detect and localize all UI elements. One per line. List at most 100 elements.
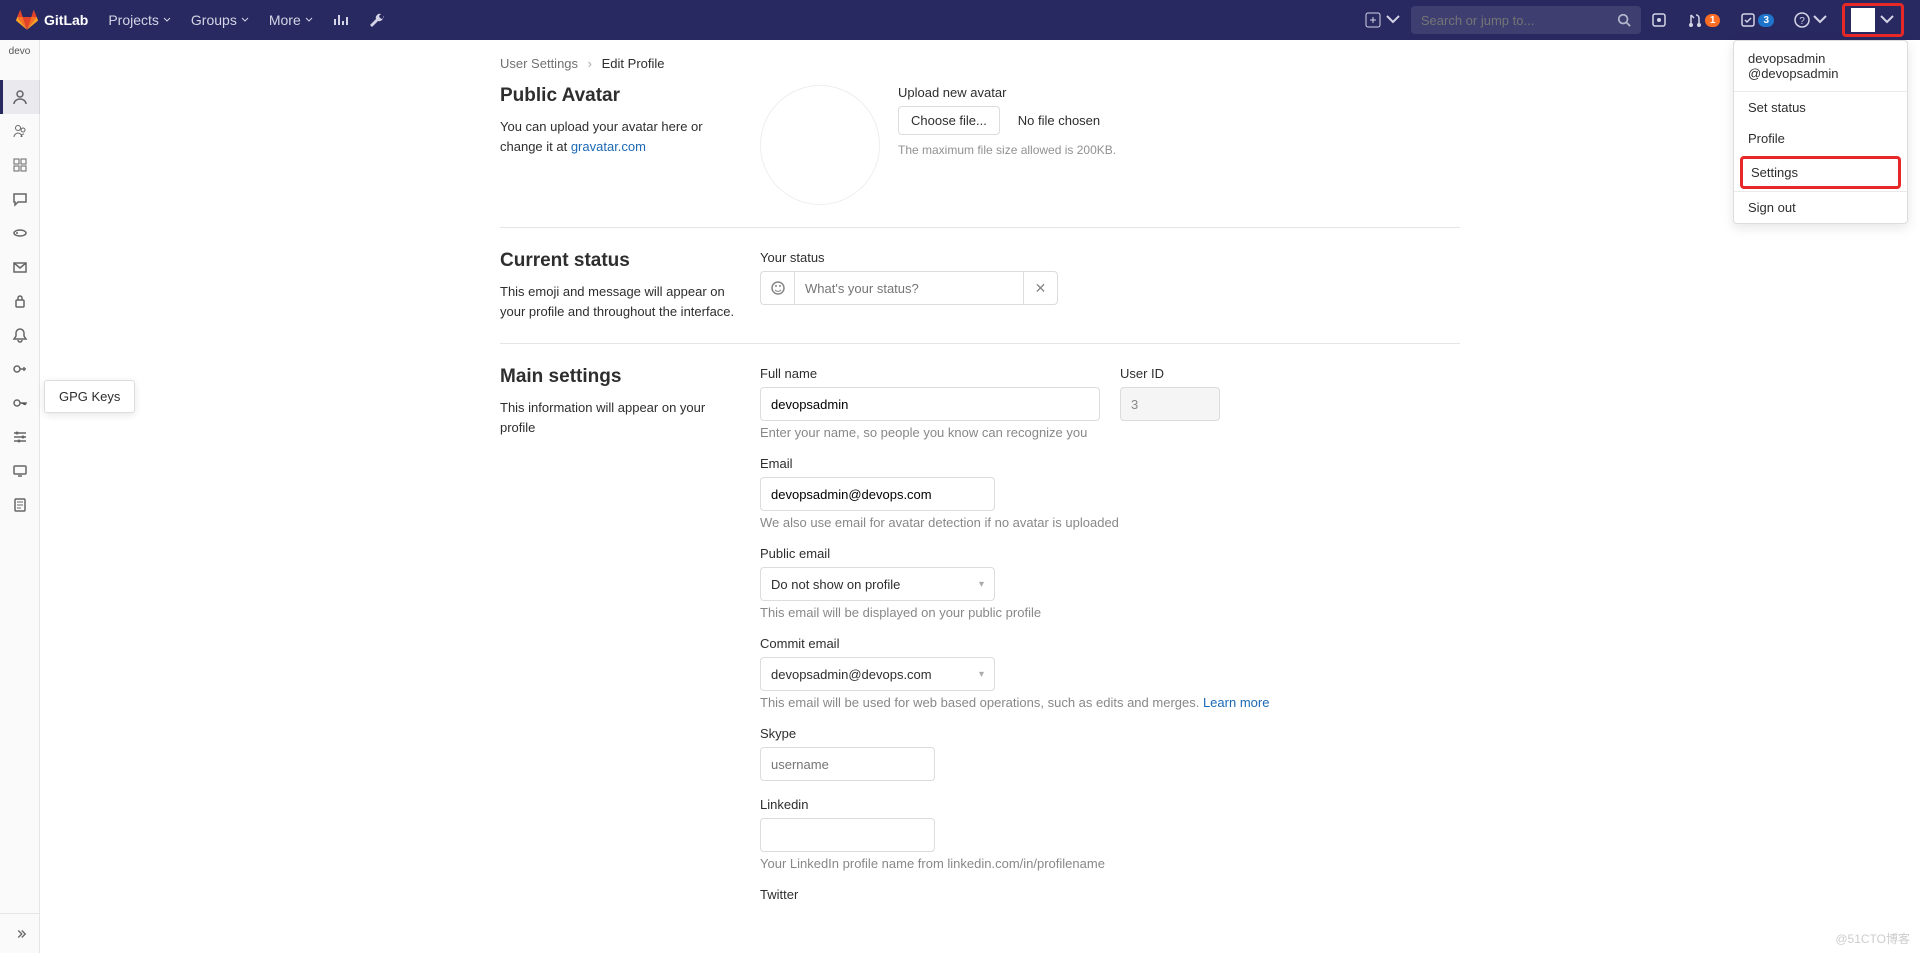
max-size-hint: The maximum file size allowed is 200KB. xyxy=(898,143,1116,157)
dropdown-set-status[interactable]: Set status xyxy=(1734,92,1907,123)
chevron-down-icon xyxy=(1879,12,1895,28)
brand-text: GitLab xyxy=(44,12,88,28)
section-title: Main settings xyxy=(500,366,740,388)
breadcrumb-root[interactable]: User Settings xyxy=(500,56,578,71)
top-navbar: GitLab Projects Groups More 1 3 ? xyxy=(0,0,1920,40)
email-label: Email xyxy=(760,456,1460,471)
sidebar-item-authentication-log[interactable] xyxy=(0,488,40,522)
sidebar-item-password[interactable] xyxy=(0,284,40,318)
sidebar-item-gpg-keys[interactable] xyxy=(0,386,40,420)
chevron-down-icon: ▾ xyxy=(979,669,984,680)
sidebar-item-account[interactable] xyxy=(0,114,40,148)
sidebar-tooltip: GPG Keys xyxy=(44,380,135,413)
section-desc: You can upload your avatar here or chang… xyxy=(500,117,740,156)
nav-activity-icon[interactable] xyxy=(323,0,359,40)
nav-projects[interactable]: Projects xyxy=(98,0,181,40)
commit-email-hint: This email will be used for web based op… xyxy=(760,695,1460,710)
status-input[interactable] xyxy=(794,271,1024,305)
search-input[interactable] xyxy=(1421,13,1617,28)
user-dropdown: devopsadmin @devopsadmin Set status Prof… xyxy=(1733,40,1908,224)
email-hint: We also use email for avatar detection i… xyxy=(760,515,1460,530)
gravatar-link[interactable]: gravatar.com xyxy=(571,139,646,154)
todo-badge: 3 xyxy=(1758,14,1774,27)
no-file-text: No file chosen xyxy=(1018,113,1100,128)
nav-plus[interactable] xyxy=(1355,0,1411,40)
sidebar-item-notifications[interactable] xyxy=(0,318,40,352)
svg-text:?: ? xyxy=(1799,16,1805,27)
sidebar-item-preferences[interactable] xyxy=(0,420,40,454)
public-email-hint: This email will be displayed on your pub… xyxy=(760,605,1460,620)
chevron-down-icon xyxy=(305,16,313,24)
full-name-hint: Enter your name, so people you know can … xyxy=(760,425,1100,440)
main-content: User Settings › Edit Profile Public Avat… xyxy=(40,40,1920,958)
user-id-label: User ID xyxy=(1120,366,1220,381)
settings-sidebar: devo xyxy=(0,40,40,953)
skype-input[interactable] xyxy=(760,747,935,781)
public-email-label: Public email xyxy=(760,546,1460,561)
section-current-status: Current status This emoji and message wi… xyxy=(500,250,1460,321)
sidebar-item-access-tokens[interactable] xyxy=(0,216,40,250)
email-input[interactable] xyxy=(760,477,995,511)
dropdown-header: devopsadmin @devopsadmin xyxy=(1734,41,1907,92)
chevron-down-icon xyxy=(1385,12,1401,28)
clear-status-button[interactable]: ✕ xyxy=(1024,271,1058,305)
avatar-icon xyxy=(1851,8,1875,32)
section-desc: This information will appear on your pro… xyxy=(500,398,740,437)
upload-label: Upload new avatar xyxy=(898,85,1116,100)
gitlab-logo[interactable]: GitLab xyxy=(16,9,88,31)
nav-issues-icon[interactable] xyxy=(1641,0,1677,40)
sidebar-item-ssh-keys[interactable] xyxy=(0,352,40,386)
public-email-select[interactable]: Do not show on profile ▾ xyxy=(760,567,995,601)
dropdown-name: devopsadmin xyxy=(1748,51,1893,66)
nav-admin-wrench-icon[interactable] xyxy=(359,0,395,40)
full-name-label: Full name xyxy=(760,366,1100,381)
status-label: Your status xyxy=(760,250,1460,265)
nav-todos-icon[interactable]: 3 xyxy=(1730,0,1784,40)
nav-help-icon[interactable]: ? xyxy=(1784,0,1838,40)
chevron-down-icon xyxy=(163,16,171,24)
linkedin-label: Linkedin xyxy=(760,797,1460,812)
sidebar-item-profile[interactable] xyxy=(0,80,40,114)
commit-email-select[interactable]: devopsadmin@devops.com ▾ xyxy=(760,657,995,691)
chevron-down-icon xyxy=(1812,12,1828,28)
breadcrumb-current: Edit Profile xyxy=(602,56,665,71)
avatar-preview xyxy=(760,85,880,205)
linkedin-input[interactable] xyxy=(760,818,935,852)
section-title: Current status xyxy=(500,250,740,272)
dropdown-profile[interactable]: Profile xyxy=(1734,123,1907,154)
section-main-settings: Main settings This information will appe… xyxy=(500,366,1460,918)
chevron-down-icon: ▾ xyxy=(979,579,984,590)
sidebar-item-chat[interactable] xyxy=(0,182,40,216)
sidebar-item-active-sessions[interactable] xyxy=(0,454,40,488)
nav-merge-requests-icon[interactable]: 1 xyxy=(1677,0,1731,40)
choose-file-button[interactable]: Choose file... xyxy=(898,106,1000,135)
tanuki-icon xyxy=(16,9,38,31)
linkedin-hint: Your LinkedIn profile name from linkedin… xyxy=(760,856,1460,871)
divider xyxy=(500,227,1460,228)
sidebar-avatar: devo xyxy=(6,46,34,74)
learn-more-link[interactable]: Learn more xyxy=(1203,695,1269,710)
nav-user-avatar[interactable] xyxy=(1842,3,1904,37)
section-public-avatar: Public Avatar You can upload your avatar… xyxy=(500,85,1460,205)
commit-email-label: Commit email xyxy=(760,636,1460,651)
chevron-down-icon xyxy=(241,16,249,24)
section-desc: This emoji and message will appear on yo… xyxy=(500,282,740,321)
emoji-picker-button[interactable] xyxy=(760,271,794,305)
divider xyxy=(500,343,1460,344)
global-search[interactable] xyxy=(1411,6,1641,34)
nav-groups[interactable]: Groups xyxy=(181,0,259,40)
breadcrumb: User Settings › Edit Profile xyxy=(500,50,1460,85)
merge-badge: 1 xyxy=(1705,14,1721,27)
search-icon xyxy=(1617,13,1631,27)
sidebar-item-applications[interactable] xyxy=(0,148,40,182)
watermark: @51CTO博客 xyxy=(1835,930,1910,947)
dropdown-settings[interactable]: Settings xyxy=(1740,156,1901,189)
dropdown-handle: @devopsadmin xyxy=(1748,66,1893,81)
nav-more[interactable]: More xyxy=(259,0,323,40)
sidebar-item-emails[interactable] xyxy=(0,250,40,284)
section-title: Public Avatar xyxy=(500,85,740,107)
sidebar-collapse[interactable] xyxy=(0,913,40,953)
twitter-label: Twitter xyxy=(760,887,1460,902)
dropdown-sign-out[interactable]: Sign out xyxy=(1734,192,1907,223)
full-name-input[interactable] xyxy=(760,387,1100,421)
